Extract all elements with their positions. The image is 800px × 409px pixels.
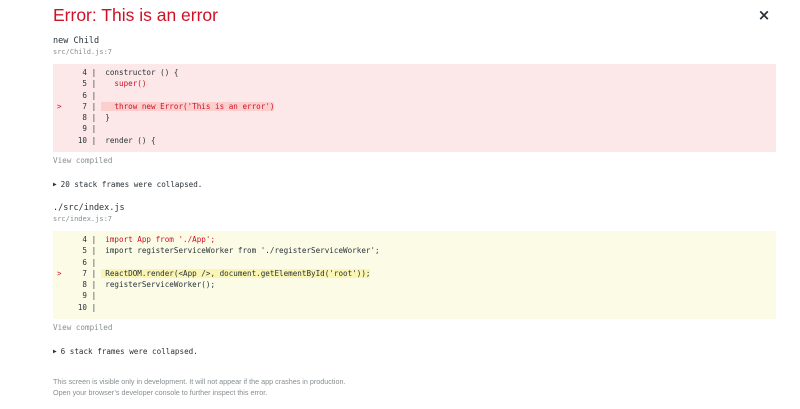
triangle-right-icon: ▶ — [53, 348, 57, 355]
stack-frame-header: new Child src/Child.js:7 — [53, 36, 776, 57]
code-snippet: 4 | constructor () { 5 | super() 6 | >7 … — [53, 64, 776, 152]
code-snippet: 4 | import App from './App'; 5 | import … — [53, 231, 776, 319]
code-line: 6 | — [82, 90, 101, 100]
code-line: 4 | import App from './App'; — [82, 235, 216, 244]
error-marker-icon: > — [57, 101, 62, 111]
collapsed-frames-toggle[interactable]: ▶ 20 stack frames were collapsed. — [53, 180, 202, 189]
code-line: 8 | registerServiceWorker(); — [82, 280, 216, 290]
code-line: 6 | — [82, 257, 101, 267]
frame-function-name: new Child — [53, 36, 100, 46]
footer-line: This screen is visible only in developme… — [53, 377, 346, 386]
code-line: 5 | super() — [82, 79, 147, 89]
frame-file-location: src/Child.js:7 — [53, 48, 113, 56]
code-line-highlighted: >7 | throw new Error('This is an error') — [57, 101, 275, 111]
error-title: Error: This is an error — [53, 5, 218, 25]
triangle-right-icon: ▶ — [53, 181, 57, 188]
code-line: 4 | constructor () { — [82, 68, 179, 77]
error-overlay: Error: This is an error × new Child src/… — [0, 0, 800, 409]
code-line: 9 | — [82, 291, 101, 301]
stack-frame-header: ./src/index.js src/index.js:7 — [53, 203, 776, 224]
collapsed-frames-toggle[interactable]: ▶ 6 stack frames were collapsed. — [53, 347, 198, 356]
view-compiled-link[interactable]: View compiled — [53, 323, 112, 332]
frame-function-name: ./src/index.js — [53, 203, 125, 213]
code-line: 10 | render () { — [77, 135, 156, 145]
code-line: 5 | import registerServiceWorker from '.… — [82, 246, 380, 256]
code-line: 9 | — [82, 124, 101, 134]
code-block-yellow: 4 | import App from './App'; 5 | import … — [53, 231, 776, 319]
dev-footer-note: This screen is visible only in developme… — [53, 376, 345, 398]
view-compiled-link[interactable]: View compiled — [53, 156, 112, 165]
code-line: 8 | } — [82, 113, 110, 123]
code-line-highlighted: >7 | ReactDOM.render(<App />, document.g… — [57, 268, 371, 278]
error-marker-icon: > — [57, 268, 62, 278]
close-icon[interactable]: × — [756, 7, 772, 23]
frame-file-location: src/index.js:7 — [53, 215, 113, 223]
footer-line: Open your browser’s developer console to… — [53, 388, 268, 397]
code-line: 10 | — [77, 302, 101, 312]
code-block-red: 4 | constructor () { 5 | super() 6 | >7 … — [53, 64, 776, 152]
